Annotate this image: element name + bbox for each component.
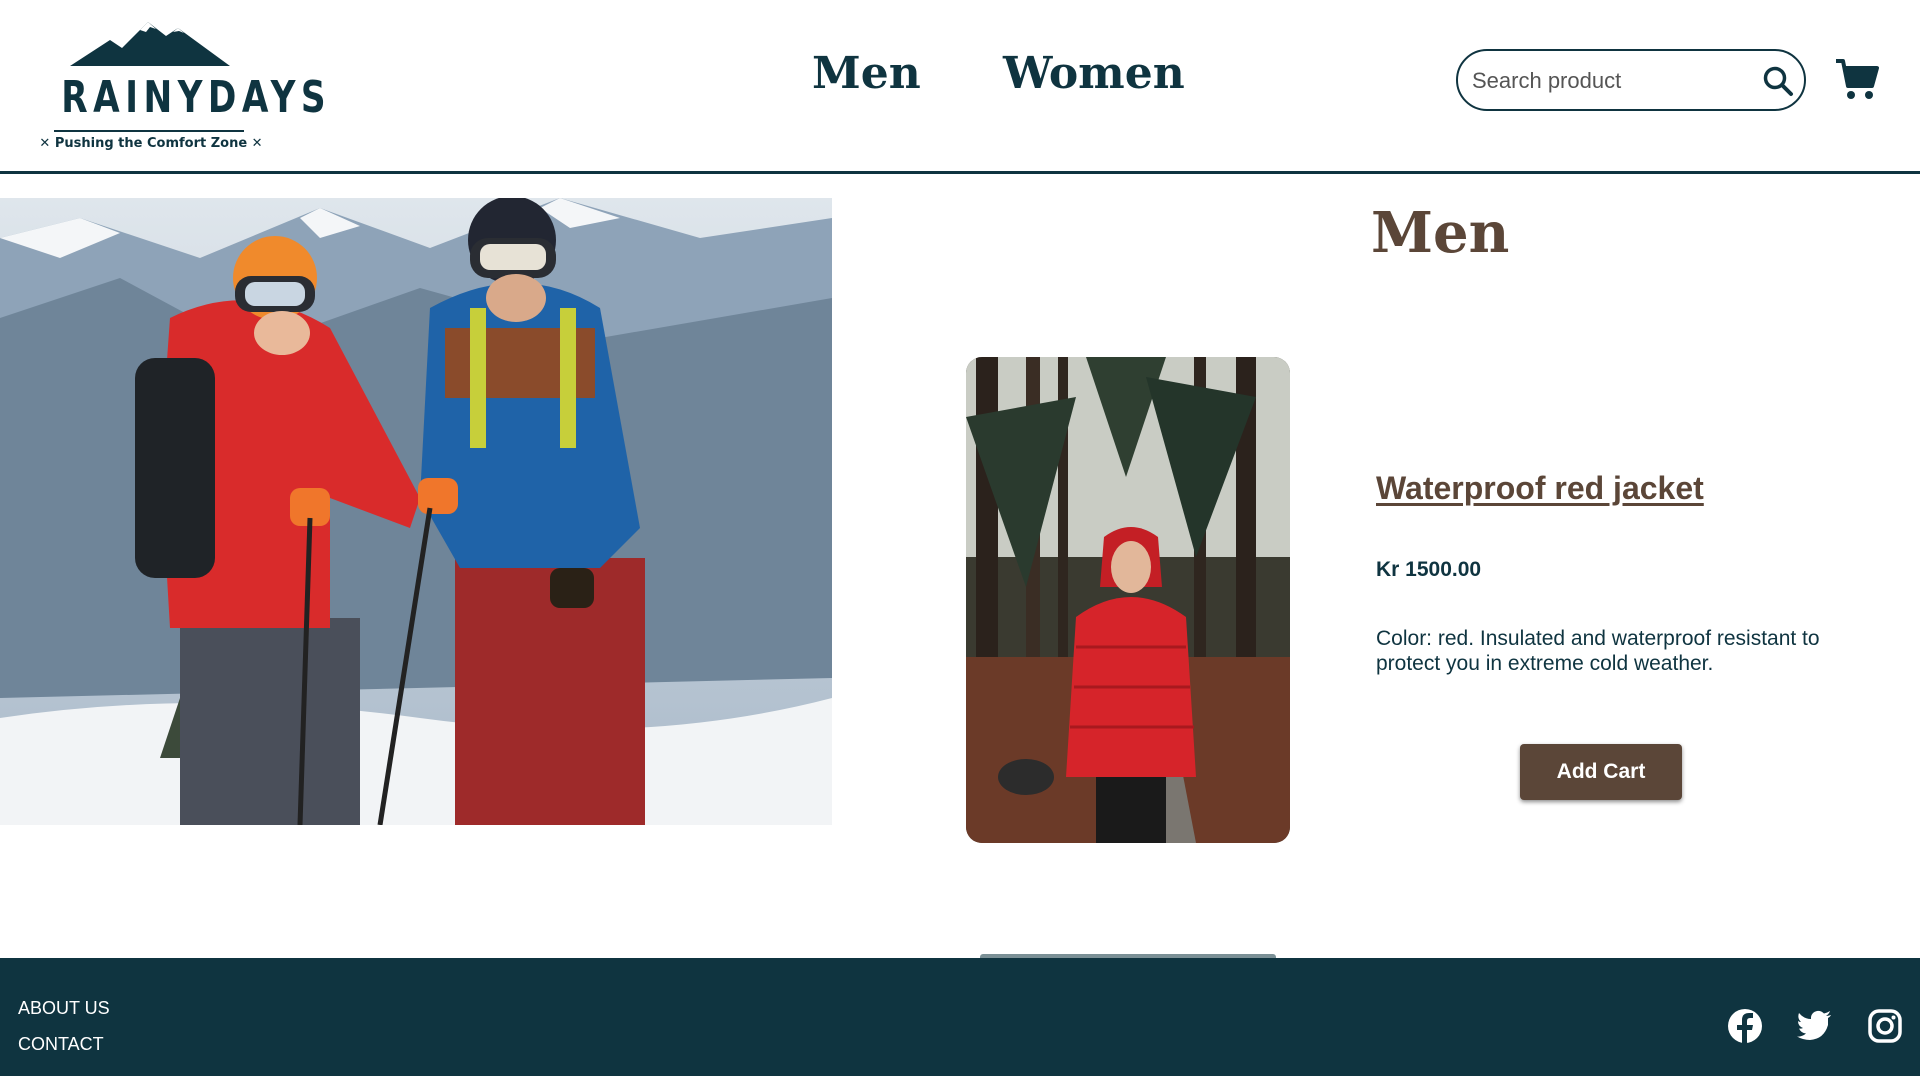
logo-divider [54, 130, 244, 132]
facebook-icon[interactable] [1727, 1008, 1763, 1044]
product-description: Color: red. Insulated and waterproof res… [1376, 627, 1820, 675]
hero-image-skiers [0, 198, 832, 825]
nav-link-women[interactable]: Women [1003, 48, 1185, 99]
logo-wordmark: RAINYDAYS [61, 72, 332, 123]
search-input[interactable] [1470, 65, 1744, 97]
section-title: Men [1371, 200, 1510, 266]
twitter-icon[interactable] [1797, 1008, 1833, 1044]
shopping-cart-icon[interactable] [1834, 56, 1880, 102]
nav-link-men[interactable]: Men [812, 48, 921, 99]
header-divider [0, 171, 1920, 174]
site-footer [0, 958, 1920, 1076]
product-price: Kr 1500.00 [1376, 558, 1482, 581]
logo-tagline: ✕ Pushing the Comfort Zone ✕ [39, 136, 263, 151]
mountain-logo-icon [70, 22, 230, 66]
instagram-icon[interactable] [1867, 1008, 1903, 1044]
product-name-link[interactable]: Waterproof red jacket [1376, 470, 1704, 507]
footer-link-contact[interactable]: CONTACT [18, 1034, 104, 1055]
add-cart-button[interactable]: Add Cart [1520, 744, 1682, 800]
rainydays-logo[interactable]: RAINYDAYS ✕ Pushing the Comfort Zone ✕ [36, 16, 332, 151]
footer-link-about-us[interactable]: ABOUT US [18, 998, 110, 1019]
site-header: RAINYDAYS ✕ Pushing the Comfort Zone ✕ M… [0, 0, 1920, 172]
product-image-red-jacket[interactable] [966, 357, 1290, 843]
search-icon[interactable] [1762, 65, 1794, 97]
search-box [1456, 49, 1806, 111]
